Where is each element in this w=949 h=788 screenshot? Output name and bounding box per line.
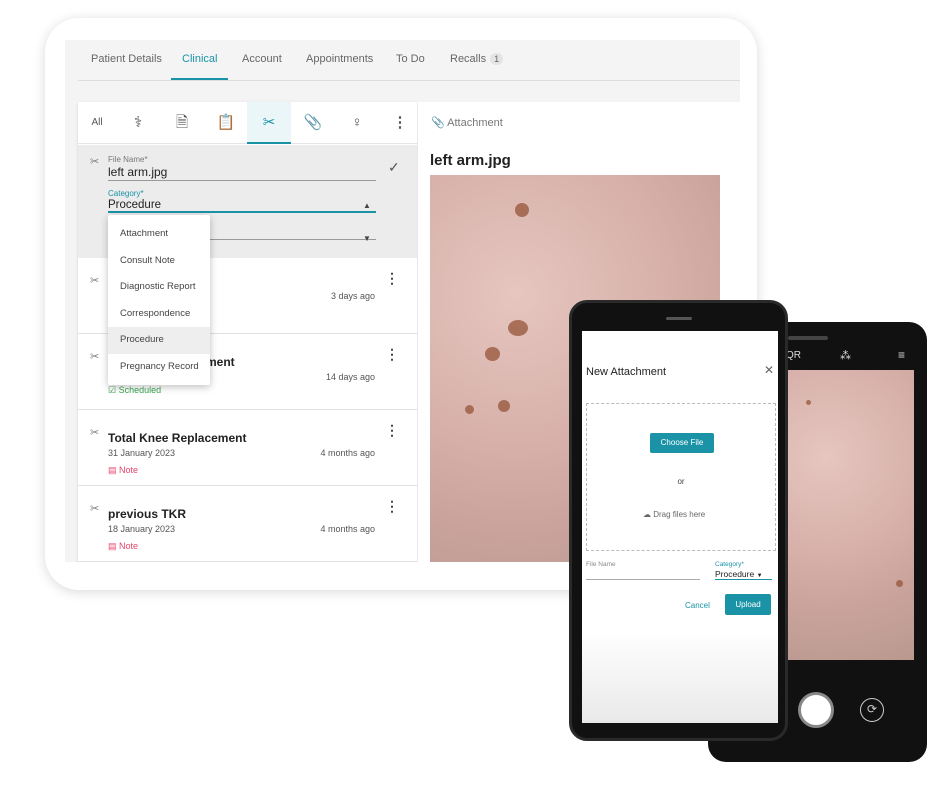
viewer-header: 📎 Attachment (431, 116, 503, 129)
upload-phone: New Attachment ✕ Choose File or ☁ Drag f… (569, 300, 788, 741)
speaker (666, 317, 692, 320)
tab-appointments[interactable]: Appointments (306, 53, 373, 80)
document-icon[interactable]: 🗎 (160, 102, 204, 144)
list-item[interactable]: ✂ ⋮ previous TKR 18 January 2023 4 months… (78, 486, 417, 562)
viewer-header-label: Attachment (447, 117, 503, 129)
stethoscope-icon[interactable]: ⚕ (116, 102, 160, 144)
scissors-icon: ✂ (90, 351, 100, 363)
category-select[interactable]: Procedure (108, 199, 376, 213)
dialog-title: New Attachment (586, 366, 667, 378)
cancel-button[interactable]: Cancel (685, 601, 710, 610)
note-tag: ▤ Note (108, 465, 139, 475)
more-vert-icon[interactable]: ⋮ (385, 346, 399, 363)
more-vert-icon[interactable]: ⋮ (385, 422, 399, 439)
tab-patient-details[interactable]: Patient Details (91, 53, 162, 80)
item-date: 18 January 2023 (108, 524, 176, 534)
scissors-icon: ✂ (90, 275, 100, 287)
option-attachment[interactable]: Attachment (108, 221, 210, 248)
item-time: 14 days ago (325, 372, 375, 382)
check-icon[interactable]: ✓ (388, 159, 400, 176)
recalls-badge: 1 (490, 53, 504, 65)
more-vert-icon[interactable]: ⋮ (385, 270, 399, 287)
divider (78, 80, 740, 81)
item-title: Total Knee Replacement (108, 431, 247, 445)
item-title: ment (206, 355, 235, 369)
option-correspondence[interactable]: Correspondence (108, 301, 210, 328)
more-vert-icon[interactable]: ⋮ (378, 102, 422, 144)
drop-zone[interactable]: Choose File or ☁ Drag files here (586, 403, 776, 551)
camera-preview (788, 370, 914, 660)
lens-icon[interactable]: ⁂ (840, 349, 851, 362)
speaker (788, 336, 828, 340)
tab-recalls[interactable]: Recalls 1 (450, 53, 504, 80)
scissors-icon: ✂ (90, 427, 100, 439)
note-tag: ▤ Note (108, 541, 139, 551)
upload-button[interactable]: Upload (725, 594, 771, 615)
category-label: Category* (108, 189, 144, 198)
tab-account[interactable]: Account (242, 53, 282, 80)
option-pregnancy-record[interactable]: Pregnancy Record (108, 354, 210, 381)
option-procedure[interactable]: Procedure (108, 327, 210, 354)
category-dropdown: Attachment Consult Note Diagnostic Repor… (108, 215, 210, 385)
paperclip-icon: 📎 (431, 117, 445, 129)
clipboard-pulse-icon[interactable]: 📋 (204, 102, 248, 144)
item-time: 4 months ago (320, 448, 375, 458)
phone-category-select[interactable]: Procedure ▼ (715, 569, 772, 580)
choose-file-button[interactable]: Choose File (650, 433, 714, 453)
option-diagnostic-report[interactable]: Diagnostic Report (108, 274, 210, 301)
tag-label: Note (119, 465, 139, 475)
qr-label[interactable]: QR (786, 350, 801, 361)
file-name-input[interactable]: left arm.jpg (108, 165, 376, 181)
tag-label: Scheduled (118, 385, 162, 395)
screen-fade (582, 631, 778, 723)
menu-icon[interactable]: ≡ (898, 348, 905, 362)
pregnancy-icon[interactable]: ♀ (335, 102, 379, 144)
scissors-icon: ✂ (90, 156, 100, 168)
item-time: 4 months ago (320, 524, 375, 534)
scissors-icon: ✂ (90, 503, 100, 515)
shutter-button[interactable] (798, 692, 834, 728)
tab-label: Recalls (450, 53, 487, 65)
phone-category-value: Procedure (715, 569, 755, 579)
drag-label: Drag files here (653, 510, 706, 519)
item-title: previous TKR (108, 507, 187, 521)
more-vert-icon[interactable]: ⋮ (385, 498, 399, 515)
cloud-upload-icon: ☁ (643, 510, 651, 519)
drag-hint: ☁ Drag files here (643, 510, 705, 519)
tag-label: Note (119, 541, 139, 551)
scheduled-tag: ☑ Scheduled (108, 385, 162, 395)
filter-all[interactable]: All (78, 102, 116, 144)
phone-file-name-label: File Name (586, 561, 616, 568)
phone-category-label: Category* (715, 561, 744, 568)
caret-down-icon: ▼ (756, 573, 763, 579)
phone-file-name-input[interactable] (586, 579, 700, 580)
or-label: or (677, 477, 685, 486)
phone-screen: New Attachment ✕ Choose File or ☁ Drag f… (582, 331, 778, 723)
close-icon[interactable]: ✕ (764, 363, 774, 377)
option-consult-note[interactable]: Consult Note (108, 248, 210, 275)
tab-clinical[interactable]: Clinical (171, 53, 229, 80)
tab-todo[interactable]: To Do (396, 53, 425, 80)
caret-up-icon: ▲ (363, 201, 371, 210)
switch-camera-icon[interactable]: ⟳ (860, 698, 884, 722)
caret-down-icon: ▼ (363, 234, 371, 243)
item-date: 31 January 2023 (108, 448, 176, 458)
paperclip-icon[interactable]: 📎 (291, 102, 335, 144)
file-name-label: File Name* (108, 155, 148, 164)
viewer-filename: left arm.jpg (430, 152, 511, 169)
item-time: 3 days ago (330, 291, 375, 301)
list-item[interactable]: ✂ ⋮ Total Knee Replacement 31 January 202… (78, 410, 417, 486)
scissors-icon[interactable]: ✂ (247, 102, 291, 144)
filter-bar: All ⚕ 🗎 📋 ✂ 📎 ♀ ⋮ (78, 102, 417, 144)
